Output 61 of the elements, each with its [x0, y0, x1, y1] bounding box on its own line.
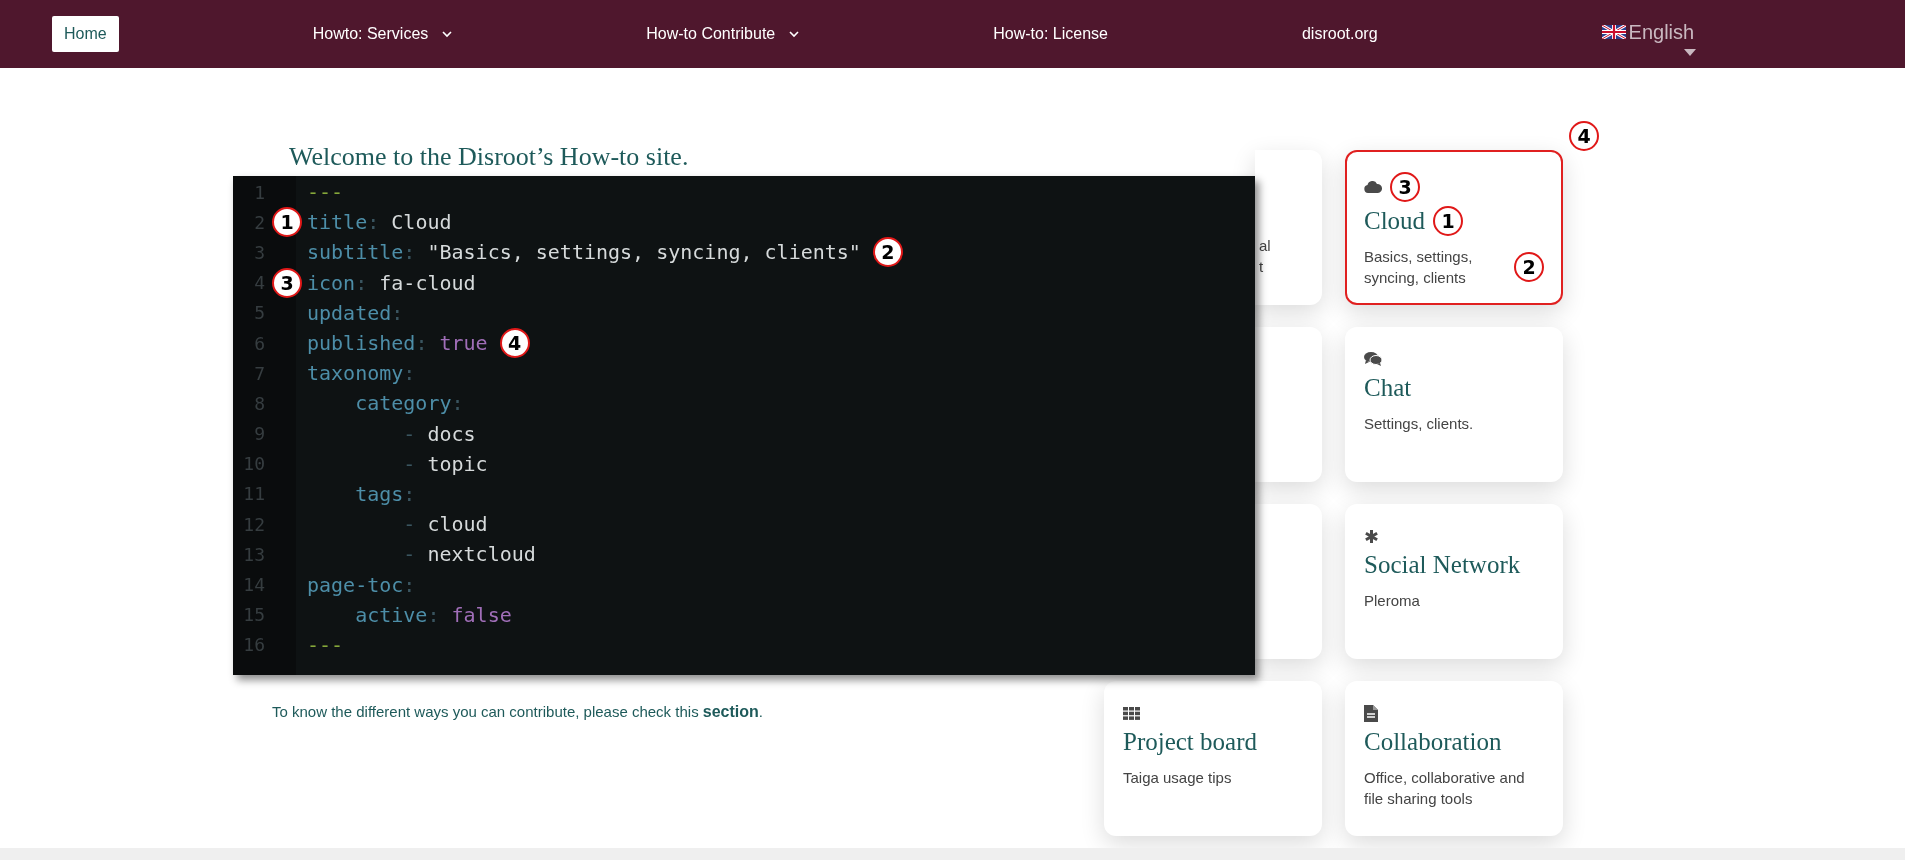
- paragraph: To know the different ways you can contribute, please check this section.: [272, 703, 764, 721]
- card-description: t: [1259, 257, 1265, 277]
- service-card[interactable]: Collaboration Office, collaborative and file sharing tools: [1345, 681, 1563, 836]
- code-line: published: true: [307, 331, 488, 356]
- callout-marker: 4: [499, 328, 530, 359]
- card-description: Settings, clients.: [1364, 414, 1474, 434]
- code-line: ---: [307, 632, 344, 657]
- card-description: al: [1259, 236, 1272, 256]
- chevron-down-icon: [442, 30, 453, 38]
- card-title: Chat: [1364, 373, 1412, 403]
- language-selector[interactable]: English: [1601, 20, 1695, 48]
- code-line: active: false: [354, 602, 512, 627]
- page-heading: Welcome to the Disroot’s How-to site.: [289, 141, 690, 173]
- code-line: - docs: [402, 421, 476, 446]
- code-line: category:: [354, 391, 464, 416]
- service-card[interactable]: Social Network Pleroma: [1345, 504, 1563, 659]
- code-line: page-toc:: [307, 572, 416, 597]
- caret-icon: [1683, 48, 1696, 56]
- callout-marker: 2: [1514, 252, 1544, 282]
- code-line: icon: fa-cloud: [307, 270, 476, 295]
- service-card[interactable]: Project board Taiga usage tips: [1104, 681, 1322, 836]
- code-line: subtitle: "Basics, settings, syncing, clients": [307, 240, 861, 265]
- callout-marker: 1: [272, 207, 302, 238]
- callout-marker: 3: [272, 267, 302, 298]
- card-description: Pleroma: [1364, 591, 1420, 611]
- callout-marker: 1: [1433, 206, 1464, 236]
- callout-marker: 4: [1569, 121, 1599, 151]
- card-description: Basics, settings, syncing, clients: [1364, 247, 1474, 288]
- service-card[interactable]: [1255, 327, 1322, 482]
- service-card[interactable]: [1255, 504, 1322, 659]
- code-line: - nextcloud: [402, 542, 536, 567]
- grid-icon: [1123, 706, 1140, 720]
- chat-icon: [1364, 352, 1382, 366]
- code-line: updated:: [307, 300, 404, 325]
- service-card[interactable]: al t: [1255, 150, 1322, 305]
- card-description: Taiga usage tips: [1123, 768, 1232, 788]
- document-icon: [1364, 704, 1378, 722]
- cloud-icon: [1364, 181, 1382, 193]
- card-title: Social Network: [1364, 550, 1521, 580]
- service-card[interactable]: Chat Settings, clients.: [1345, 327, 1563, 482]
- section-link[interactable]: section: [702, 703, 759, 720]
- callout-marker: 3: [1390, 172, 1420, 202]
- callout-marker: 2: [872, 237, 903, 268]
- card-title: Cloud: [1364, 206, 1426, 236]
- flag-icon: [1601, 25, 1626, 39]
- code-line: taxonomy:: [307, 361, 416, 386]
- nav-link[interactable]: How-to Contribute: [646, 25, 800, 43]
- card-title: Project board: [1123, 727, 1257, 757]
- code-line: title: Cloud: [307, 210, 452, 235]
- chevron-down-icon: [789, 30, 800, 38]
- nav-link[interactable]: Home: [52, 16, 119, 52]
- card-title: Collaboration: [1364, 727, 1502, 757]
- nav-link[interactable]: Howto: Services: [312, 25, 453, 43]
- code-line: ---: [307, 180, 344, 205]
- card-description: Office, collaborative and file sharing tools: [1364, 768, 1526, 809]
- code-line: tags:: [354, 481, 416, 506]
- code-line: - topic: [402, 451, 488, 476]
- asterisk-icon: [1364, 528, 1379, 544]
- nav-link[interactable]: How-to: License: [993, 25, 1108, 43]
- code-line: - cloud: [402, 512, 488, 537]
- nav-link[interactable]: disroot.org: [1301, 25, 1378, 43]
